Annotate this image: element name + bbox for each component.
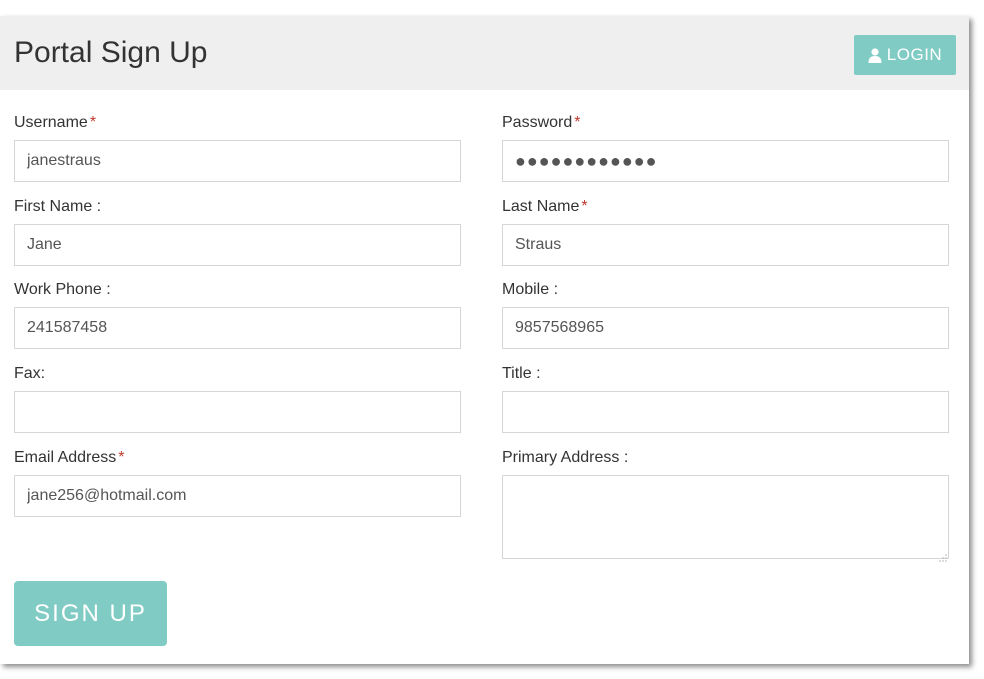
header-bar: Portal Sign Up LOGIN — [0, 16, 969, 90]
email-input[interactable] — [14, 475, 461, 517]
primary-address-field-group: Primary Address : — [502, 448, 949, 562]
mobile-input[interactable] — [502, 307, 949, 349]
fax-field-group: Fax: — [14, 364, 461, 433]
password-input[interactable] — [502, 140, 949, 182]
username-label: Username * — [14, 114, 97, 131]
signup-button[interactable]: SIGN UP — [14, 581, 167, 646]
last-name-label: Last Name * — [502, 198, 588, 215]
required-marker: * — [118, 449, 125, 466]
login-button[interactable]: LOGIN — [854, 35, 956, 75]
primary-address-label: Primary Address : — [502, 449, 629, 466]
first-name-label: First Name : — [14, 198, 102, 215]
last-name-field-group: Last Name * — [502, 197, 949, 266]
password-label: Password * — [502, 114, 581, 131]
title-field-group: Title : — [502, 364, 949, 433]
first-name-field-group: First Name : — [14, 197, 461, 266]
title-label: Title : — [502, 365, 541, 382]
work-phone-input[interactable] — [14, 307, 461, 349]
primary-address-textarea[interactable] — [502, 475, 949, 559]
username-field-group: Username * — [14, 113, 461, 182]
mobile-field-group: Mobile : — [502, 280, 949, 349]
page-title: Portal Sign Up — [14, 36, 208, 69]
username-input[interactable] — [14, 140, 461, 182]
fax-input[interactable] — [14, 391, 461, 433]
user-icon — [868, 47, 882, 63]
title-input[interactable] — [502, 391, 949, 433]
first-name-input[interactable] — [14, 224, 461, 266]
signup-card: Portal Sign Up LOGIN Username* Password*… — [0, 16, 969, 664]
login-label: LOGIN — [886, 45, 943, 64]
fax-label: Fax: — [14, 365, 46, 382]
required-marker: * — [581, 198, 588, 215]
required-marker: * — [574, 114, 581, 131]
work-phone-field-group: Work Phone : — [14, 280, 461, 349]
last-name-input[interactable] — [502, 224, 949, 266]
email-field-group: Email Address * — [14, 448, 461, 517]
work-phone-label: Work Phone : — [14, 281, 111, 298]
password-field-group: Password * — [502, 113, 949, 182]
required-marker: * — [89, 114, 97, 131]
email-label: Email Address * — [14, 449, 125, 466]
mobile-label: Mobile : — [502, 281, 559, 298]
resize-grip-icon[interactable] — [939, 549, 947, 562]
